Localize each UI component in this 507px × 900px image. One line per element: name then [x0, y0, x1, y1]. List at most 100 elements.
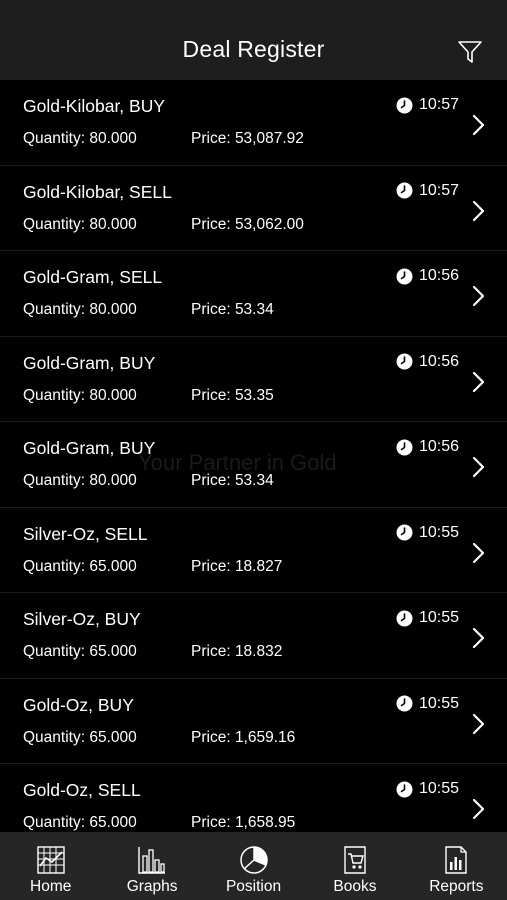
deal-title: Gold-Gram, BUY — [23, 438, 156, 458]
deal-row[interactable]: Gold-Gram, BUY 10:56 Quantity: 80.000 Pr… — [0, 422, 507, 508]
price-label: Price: — [191, 728, 231, 746]
tab-reports-label: Reports — [429, 878, 484, 895]
tab-graphs[interactable]: Graphs — [101, 832, 202, 900]
price-value: 53.34 — [234, 472, 274, 489]
price-value: 18.832 — [234, 643, 283, 660]
cart-book-icon — [344, 846, 366, 874]
deal-row[interactable]: Gold-Gram, BUY 10:56 Quantity: 80.000 Pr… — [0, 337, 507, 422]
price-label: Price: — [191, 643, 231, 660]
home-grid-icon — [37, 846, 65, 874]
deal-price: Price: 1,659.16 — [191, 729, 295, 747]
deal-quantity: Quantity: 65.000 — [23, 814, 137, 832]
quantity-label: Quantity: — [23, 643, 86, 660]
quantity-value: 65.000 — [89, 728, 137, 746]
deal-price: Price: 53.35 — [191, 387, 274, 405]
deal-time: 10:55 — [396, 524, 459, 542]
quantity-value: 65.000 — [89, 643, 137, 660]
quantity-label: Quantity: — [23, 386, 86, 404]
deal-quantity: Quantity: 65.000 — [23, 558, 137, 576]
chevron-right-icon — [472, 627, 485, 649]
clock-icon — [396, 353, 413, 370]
deal-time: 10:56 — [396, 353, 459, 371]
quantity-label: Quantity: — [23, 814, 86, 831]
tab-position-label: Position — [225, 878, 282, 895]
price-label: Price: — [191, 301, 231, 318]
price-value: 53,062.00 — [234, 215, 304, 233]
tab-graphs-label: Graphs — [126, 878, 178, 895]
quantity-label: Quantity: — [23, 130, 86, 147]
chevron-right-icon — [472, 456, 485, 478]
price-value: 1,658.95 — [234, 814, 296, 831]
deal-quantity: Quantity: 80.000 — [23, 472, 137, 490]
deal-time: 10:57 — [396, 182, 459, 200]
deal-time-text: 10:55 — [419, 609, 460, 626]
deal-time: 10:56 — [396, 438, 459, 456]
deal-quantity: Quantity: 80.000 — [23, 301, 137, 319]
deal-time-text: 10:56 — [419, 267, 460, 284]
deal-title: Silver-Oz, BUY — [23, 609, 141, 629]
chevron-right-icon — [472, 285, 485, 307]
quantity-label: Quantity: — [23, 472, 86, 489]
tab-reports[interactable]: Reports — [406, 832, 507, 900]
quantity-value: 65.000 — [89, 814, 137, 831]
deal-time: 10:55 — [396, 780, 459, 798]
deal-time-text: 10:55 — [419, 694, 460, 712]
deal-row[interactable]: Gold-Gram, SELL 10:56 Quantity: 80.000 P… — [0, 251, 507, 337]
clock-icon — [396, 695, 413, 712]
deal-quantity: Quantity: 65.000 — [23, 729, 137, 747]
deal-row[interactable]: Silver-Oz, SELL 10:55 Quantity: 65.000 P… — [0, 508, 507, 593]
deal-price: Price: 1,658.95 — [191, 814, 295, 832]
quantity-label: Quantity: — [23, 728, 86, 746]
deal-row[interactable]: Gold-Oz, BUY 10:55 Quantity: 65.000 Pric… — [0, 679, 507, 764]
tab-books[interactable]: Books — [304, 832, 405, 900]
bar-graph-icon — [138, 847, 166, 874]
deal-quantity: Quantity: 80.000 — [23, 216, 137, 234]
deal-time: 10:55 — [396, 609, 459, 627]
clock-icon — [396, 781, 413, 797]
price-label: Price: — [191, 472, 231, 489]
tab-position[interactable]: Position — [203, 832, 304, 900]
deal-price: Price: 53,087.92 — [191, 130, 304, 148]
price-value: 53.35 — [234, 386, 274, 404]
price-label: Price: — [191, 215, 231, 233]
app-header: Deal Register — [0, 0, 507, 80]
chevron-right-icon — [472, 542, 485, 563]
report-icon — [445, 846, 468, 874]
deal-title: Gold-Gram, BUY — [23, 352, 156, 373]
deal-quantity: Quantity: 80.000 — [23, 130, 137, 148]
deal-price: Price: 18.832 — [191, 643, 282, 661]
deal-price: Price: 53.34 — [191, 472, 274, 490]
deal-title: Gold-Oz, SELL — [23, 780, 141, 800]
quantity-label: Quantity: — [23, 557, 86, 575]
price-value: 53.34 — [234, 301, 274, 318]
quantity-value: 65.000 — [89, 557, 137, 575]
clock-icon — [396, 524, 413, 541]
deal-time-text: 10:57 — [419, 181, 460, 199]
price-label: Price: — [191, 386, 231, 404]
bottom-tab-bar: Home Graphs Position Books Reports — [0, 832, 507, 900]
quantity-label: Quantity: — [23, 301, 86, 318]
clock-icon — [396, 182, 413, 199]
clock-icon — [396, 268, 413, 284]
price-label: Price: — [191, 130, 231, 147]
deal-row[interactable]: Gold-Kilobar, SELL 10:57 Quantity: 80.00… — [0, 166, 507, 251]
filter-button[interactable] — [456, 38, 484, 66]
price-value: 1,659.16 — [234, 728, 296, 746]
tab-home[interactable]: Home — [0, 832, 101, 900]
deal-price: Price: 53,062.00 — [191, 216, 304, 234]
quantity-value: 80.000 — [89, 215, 137, 233]
deal-time: 10:57 — [396, 96, 459, 114]
deal-list[interactable]: Gold-Kilobar, BUY 10:57 Quantity: 80.000… — [0, 80, 507, 832]
chevron-right-icon — [472, 713, 485, 734]
deal-time: 10:55 — [396, 695, 459, 713]
deal-row[interactable]: Gold-Oz, SELL 10:55 Quantity: 65.000 Pri… — [0, 764, 507, 832]
deal-title: Gold-Kilobar, BUY — [23, 96, 166, 116]
deal-quantity: Quantity: 65.000 — [23, 643, 137, 661]
price-value: 53,087.92 — [234, 130, 304, 147]
price-value: 18.827 — [234, 557, 283, 575]
deal-row[interactable]: Silver-Oz, BUY 10:55 Quantity: 65.000 Pr… — [0, 593, 507, 679]
quantity-label: Quantity: — [23, 215, 86, 233]
deal-row[interactable]: Gold-Kilobar, BUY 10:57 Quantity: 80.000… — [0, 80, 507, 166]
deal-time: 10:56 — [396, 267, 459, 285]
filter-icon — [458, 41, 482, 63]
